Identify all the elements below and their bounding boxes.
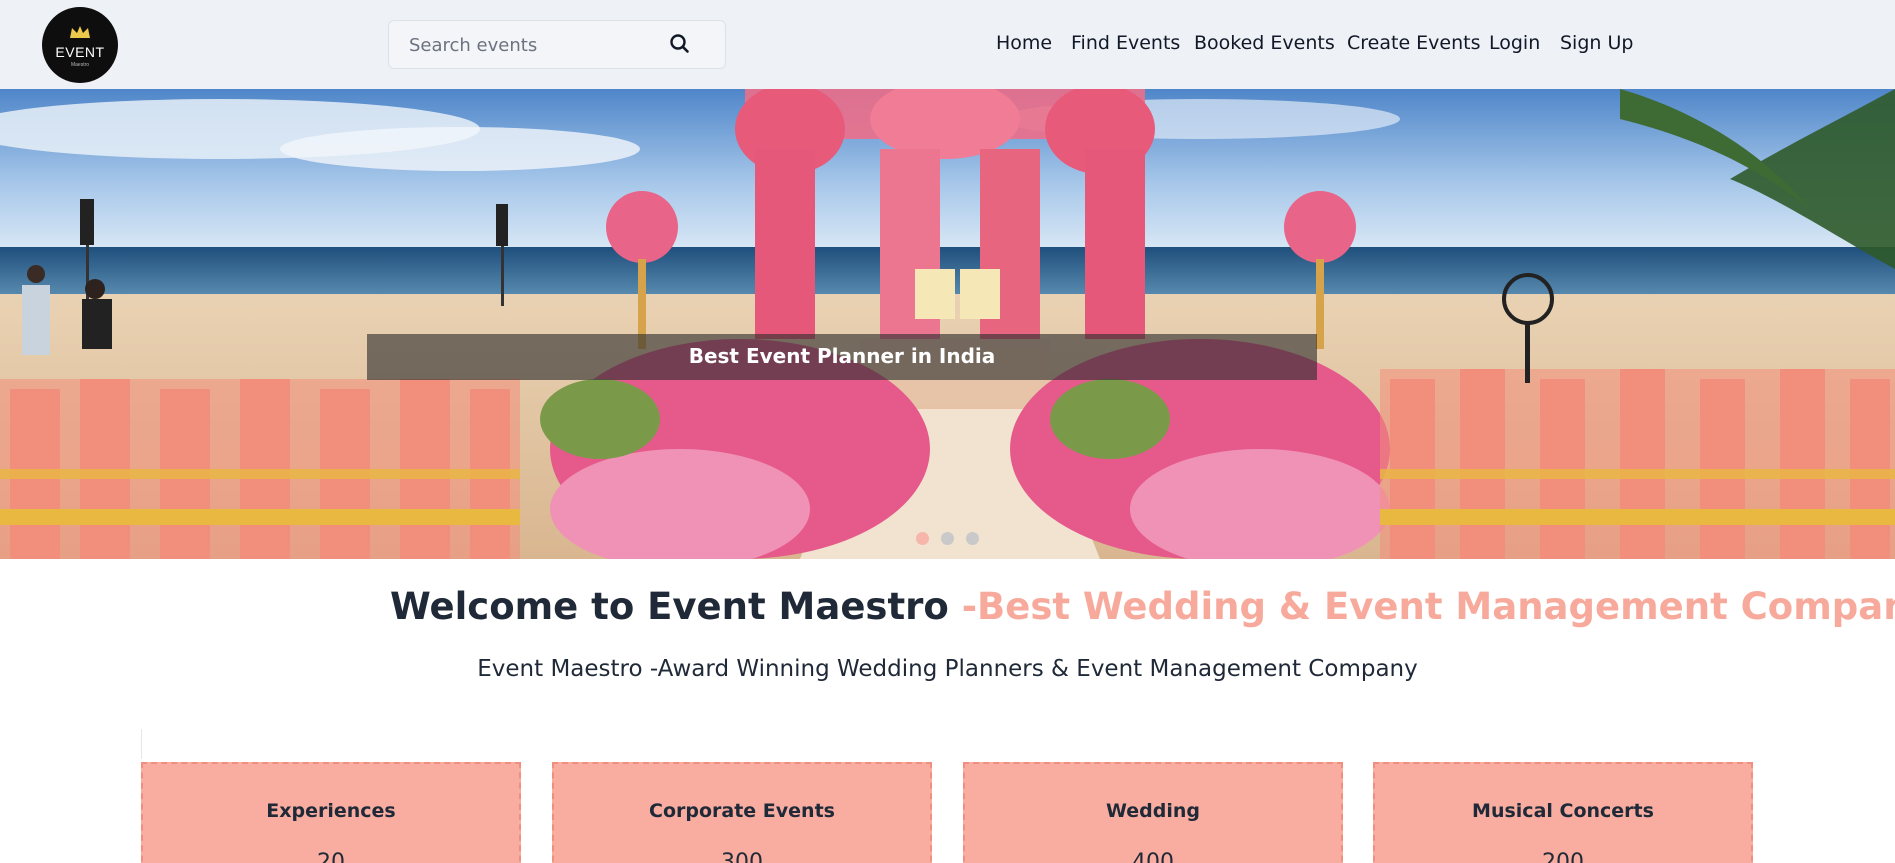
stat-card-title: Musical Concerts <box>1472 800 1654 822</box>
carousel-caption: Best Event Planner in India <box>688 344 996 368</box>
crown-icon <box>70 26 90 38</box>
nav-create-events[interactable]: Create Events <box>1347 32 1481 60</box>
hero-carousel[interactable]: Best Event Planner in India <box>0 89 1895 559</box>
welcome-headline: Welcome to Event Maestro -Best Wedding &… <box>390 585 1895 628</box>
stat-card-corporate-events: Corporate Events 300 <box>552 762 932 863</box>
headline-accent: -Best Wedding & Event Management Company <box>961 585 1895 628</box>
divider <box>141 729 142 759</box>
brand-logo[interactable]: EVENT Maestro <box>42 7 118 83</box>
logo-text: EVENT <box>55 44 105 60</box>
carousel-indicator-3[interactable] <box>966 532 979 545</box>
stat-card-value: 20 <box>317 850 345 863</box>
stat-card-musical-concerts: Musical Concerts 200 <box>1373 762 1753 863</box>
nav-sign-up[interactable]: Sign Up <box>1560 32 1633 60</box>
stat-card-value: 400 <box>1132 850 1174 863</box>
nav-login[interactable]: Login <box>1489 32 1540 60</box>
search-input[interactable] <box>409 33 669 57</box>
stat-card-wedding: Wedding 400 <box>963 762 1343 863</box>
carousel-indicator-1[interactable] <box>916 532 929 545</box>
headline-main: Welcome to Event Maestro <box>390 585 949 628</box>
carousel-indicator-2[interactable] <box>941 532 954 545</box>
stat-card-title: Experiences <box>266 800 396 822</box>
stat-card-title: Corporate Events <box>649 800 835 822</box>
stat-card-value: 200 <box>1542 850 1584 863</box>
stat-card-experiences: Experiences 20 <box>141 762 521 863</box>
logo-subtext: Maestro <box>70 62 90 68</box>
search-icon[interactable] <box>666 30 694 58</box>
stat-card-title: Wedding <box>1105 800 1200 822</box>
welcome-subheading: Event Maestro -Award Winning Wedding Pla… <box>477 656 1418 682</box>
navbar: EVENT Maestro Home Find Events Booked Ev… <box>0 0 1895 89</box>
hero-image <box>0 89 1895 559</box>
nav-find-events[interactable]: Find Events <box>1071 32 1180 60</box>
nav-booked-events[interactable]: Booked Events <box>1194 32 1335 60</box>
nav-home[interactable]: Home <box>996 32 1052 60</box>
stat-card-value: 300 <box>721 850 763 863</box>
